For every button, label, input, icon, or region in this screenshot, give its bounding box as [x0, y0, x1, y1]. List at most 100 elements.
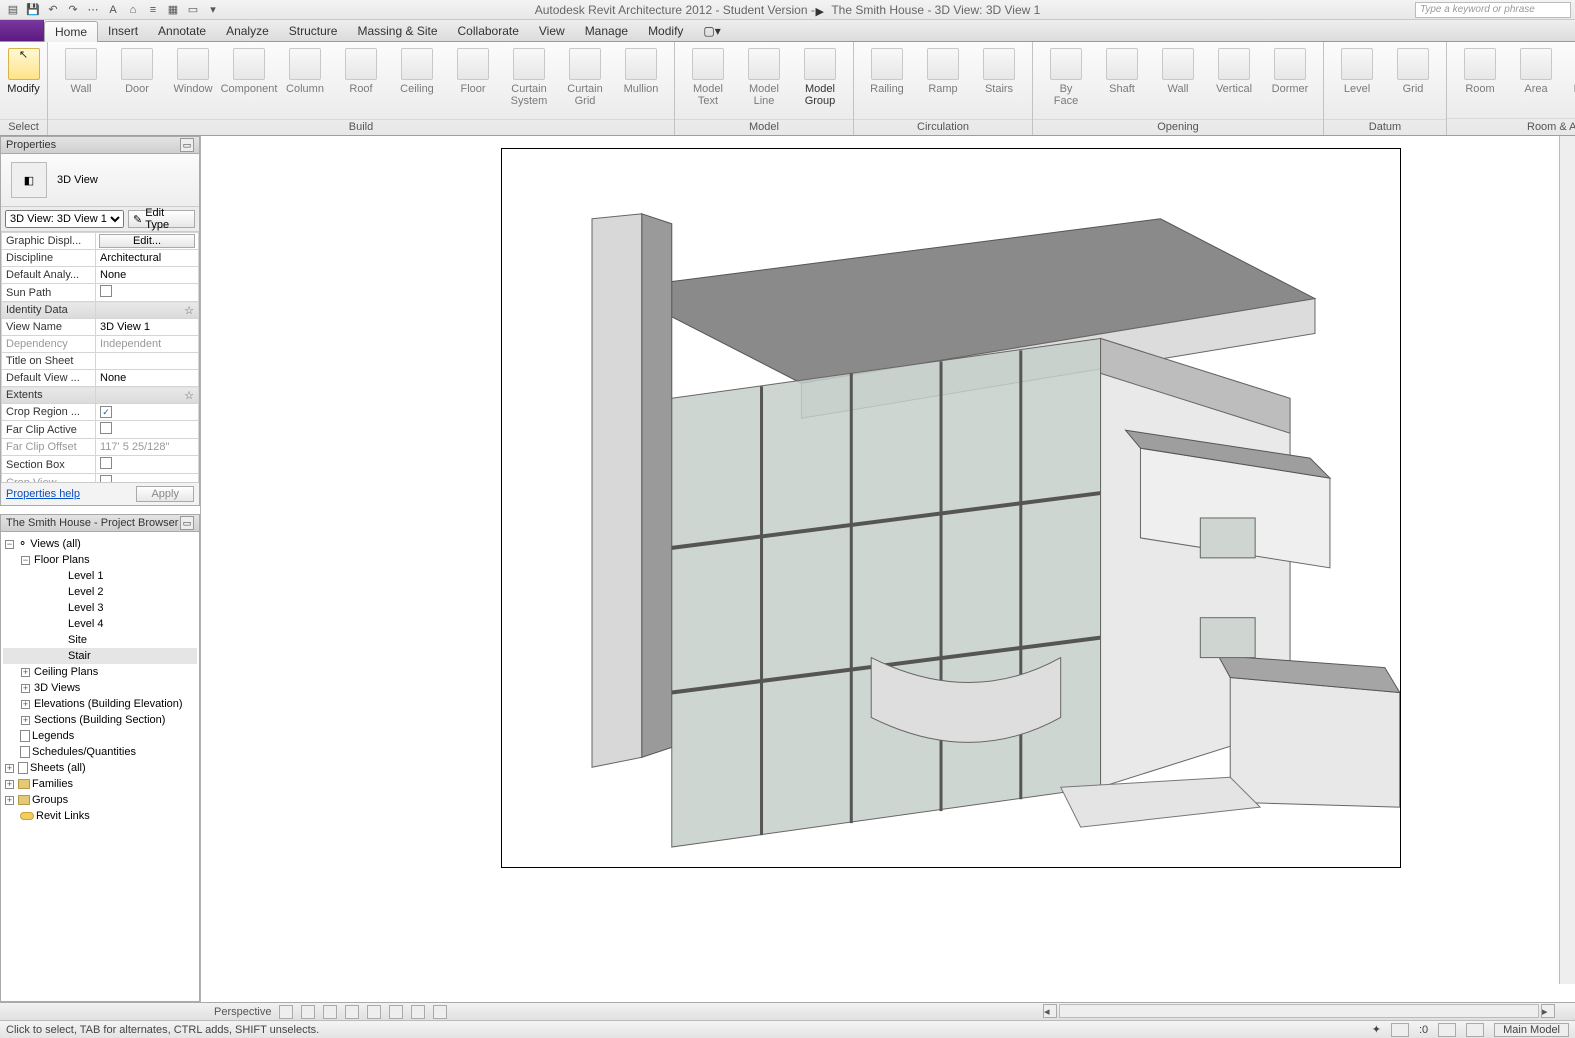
- hscroll-left-icon[interactable]: ◂: [1043, 1004, 1057, 1018]
- qat-icon[interactable]: ≡: [144, 2, 162, 18]
- tree-node[interactable]: Level 1: [3, 568, 197, 584]
- tree-node[interactable]: + Families: [3, 776, 197, 792]
- tree-node[interactable]: +Elevations (Building Elevation): [3, 696, 197, 712]
- curtain-system-button[interactable]: CurtainSystem: [502, 46, 556, 118]
- viewctrl-icon[interactable]: [433, 1005, 447, 1019]
- window-button[interactable]: Window: [166, 46, 220, 118]
- expand-icon[interactable]: +: [5, 796, 14, 805]
- grid-button[interactable]: Grid: [1386, 46, 1440, 118]
- prop-value[interactable]: Architectural: [96, 250, 199, 267]
- viewctrl-icon[interactable]: [389, 1005, 403, 1019]
- tab-annotate[interactable]: Annotate: [148, 21, 216, 41]
- prop-value[interactable]: 117' 5 25/128": [96, 439, 199, 456]
- component-button[interactable]: Component: [222, 46, 276, 118]
- expand-icon[interactable]: −: [5, 540, 14, 549]
- filter-icon[interactable]: [1391, 1023, 1409, 1037]
- tree-node[interactable]: +Ceiling Plans: [3, 664, 197, 680]
- checkbox[interactable]: [100, 475, 112, 482]
- expand-icon[interactable]: +: [5, 780, 14, 789]
- project-browser[interactable]: −⚬ Views (all)−Floor PlansLevel 1Level 2…: [0, 532, 200, 1002]
- checkbox[interactable]: ✓: [100, 406, 112, 418]
- expand-icon[interactable]: +: [5, 764, 14, 773]
- tree-node[interactable]: +Sections (Building Section): [3, 712, 197, 728]
- hscroll-right-icon[interactable]: ▸: [1541, 1004, 1555, 1018]
- help-search-input[interactable]: Type a keyword or phrase: [1415, 2, 1571, 18]
- qat-icon[interactable]: ▭: [184, 2, 202, 18]
- by-face-button[interactable]: ByFace: [1039, 46, 1093, 118]
- vertical-scrollbar[interactable]: [1559, 136, 1575, 984]
- qat-icon[interactable]: ▾: [204, 2, 222, 18]
- project-browser-title[interactable]: The Smith House - Project Browser ▭: [0, 514, 200, 532]
- undo-icon[interactable]: ↶: [44, 2, 62, 18]
- prop-value[interactable]: [96, 284, 199, 302]
- horizontal-scrollbar[interactable]: [1059, 1004, 1539, 1018]
- model-group-button[interactable]: ModelGroup: [793, 46, 847, 118]
- model-line-button[interactable]: ModelLine: [737, 46, 791, 118]
- close-icon[interactable]: ▭: [180, 516, 194, 530]
- tab-collaborate[interactable]: Collaborate: [448, 21, 529, 41]
- tree-node[interactable]: + Sheets (all): [3, 760, 197, 776]
- viewctrl-icon[interactable]: [279, 1005, 293, 1019]
- modify-button[interactable]: ↖Modify: [6, 46, 41, 118]
- press-drag-icon[interactable]: ✦: [1372, 1023, 1381, 1036]
- checkbox[interactable]: [100, 457, 112, 469]
- viewctrl-icon[interactable]: [323, 1005, 337, 1019]
- qat-icon[interactable]: ⌂: [124, 2, 142, 18]
- ribbon-options-icon[interactable]: ▢▾: [693, 21, 730, 41]
- checkbox[interactable]: [100, 422, 112, 434]
- expand-icon[interactable]: −: [21, 556, 30, 565]
- properties-title[interactable]: Properties ▭: [0, 136, 200, 154]
- tree-node[interactable]: Level 2: [3, 584, 197, 600]
- instance-selector[interactable]: 3D View: 3D View 1: [5, 210, 124, 228]
- drawing-canvas[interactable]: [200, 136, 1575, 1002]
- status-icon[interactable]: [1466, 1023, 1484, 1037]
- edit-type-button[interactable]: ✎Edit Type: [128, 210, 195, 228]
- viewctrl-icon[interactable]: [301, 1005, 315, 1019]
- prop-value[interactable]: Edit...: [96, 233, 199, 250]
- door-button[interactable]: Door: [110, 46, 164, 118]
- tab-structure[interactable]: Structure: [279, 21, 348, 41]
- prop-value[interactable]: ✓: [96, 404, 199, 421]
- tree-node[interactable]: Revit Links: [3, 808, 197, 824]
- tree-node[interactable]: Stair: [3, 648, 197, 664]
- prop-value[interactable]: [96, 421, 199, 439]
- viewctrl-icon[interactable]: [411, 1005, 425, 1019]
- qat-icon[interactable]: ▦: [164, 2, 182, 18]
- roof-button[interactable]: Roof: [334, 46, 388, 118]
- mullion-button[interactable]: Mullion: [614, 46, 668, 118]
- shaft-button[interactable]: Shaft: [1095, 46, 1149, 118]
- tree-node[interactable]: Level 4: [3, 616, 197, 632]
- tab-analyze[interactable]: Analyze: [216, 21, 279, 41]
- floor-button[interactable]: Floor: [446, 46, 500, 118]
- tab-manage[interactable]: Manage: [575, 21, 638, 41]
- tree-node[interactable]: −⚬ Views (all): [3, 536, 197, 552]
- prop-value[interactable]: [96, 474, 199, 483]
- wall-button[interactable]: Wall: [1151, 46, 1205, 118]
- ramp-button[interactable]: Ramp: [916, 46, 970, 118]
- curtain-grid-button[interactable]: CurtainGrid: [558, 46, 612, 118]
- level-button[interactable]: Level: [1330, 46, 1384, 118]
- expand-icon[interactable]: +: [21, 668, 30, 677]
- prop-value[interactable]: 3D View 1: [96, 319, 199, 336]
- tab-insert[interactable]: Insert: [98, 21, 148, 41]
- prop-value[interactable]: [96, 456, 199, 474]
- tree-node[interactable]: −Floor Plans: [3, 552, 197, 568]
- dormer-button[interactable]: Dormer: [1263, 46, 1317, 118]
- tab-modify[interactable]: Modify: [638, 21, 693, 41]
- prop-value[interactable]: [96, 353, 199, 370]
- edit-button[interactable]: Edit...: [99, 234, 195, 248]
- app-menu-button[interactable]: [0, 19, 44, 41]
- viewctrl-icon[interactable]: [345, 1005, 359, 1019]
- prop-value[interactable]: Independent: [96, 336, 199, 353]
- model-text-button[interactable]: ModelText: [681, 46, 735, 118]
- properties-help-link[interactable]: Properties help: [6, 488, 80, 500]
- vertical-button[interactable]: Vertical: [1207, 46, 1261, 118]
- room-button[interactable]: Room: [1453, 46, 1507, 118]
- tree-node[interactable]: Schedules/Quantities: [3, 744, 197, 760]
- expand-icon[interactable]: +: [21, 700, 30, 709]
- column-button[interactable]: Column: [278, 46, 332, 118]
- stairs-button[interactable]: Stairs: [972, 46, 1026, 118]
- status-icon[interactable]: [1438, 1023, 1456, 1037]
- wall-button[interactable]: Wall: [54, 46, 108, 118]
- viewctrl-icon[interactable]: [367, 1005, 381, 1019]
